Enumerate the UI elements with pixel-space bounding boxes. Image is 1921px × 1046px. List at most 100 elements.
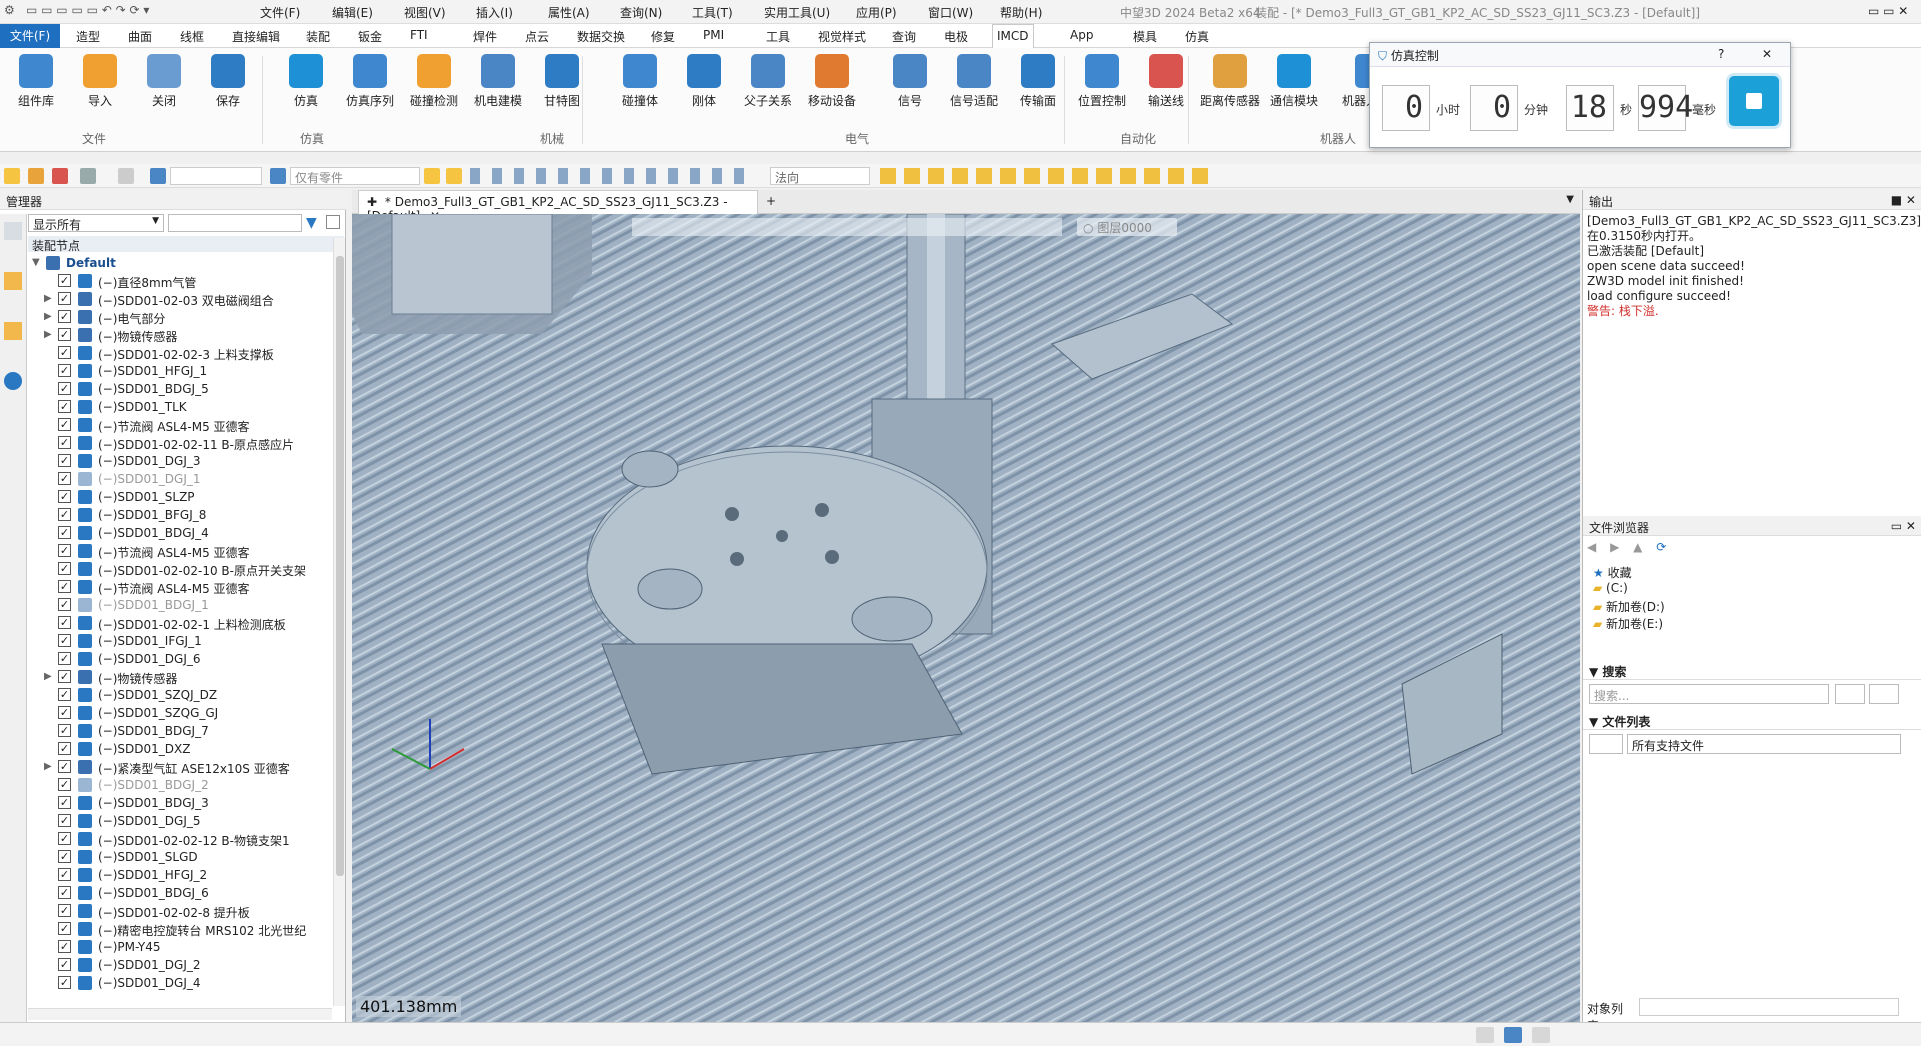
tree-item[interactable]: ✓ (−)SDD01_DGJ_6 — [28, 650, 333, 668]
visibility-checkbox[interactable]: ✓ — [58, 292, 71, 305]
minus-icon[interactable] — [52, 168, 68, 184]
visibility-checkbox[interactable]: ✓ — [58, 652, 71, 665]
visibility-checkbox[interactable]: ✓ — [58, 958, 71, 971]
ribbon-button[interactable]: 信号适配 — [944, 54, 1004, 109]
ribbon-tab[interactable]: 装配 — [302, 28, 334, 45]
visibility-checkbox[interactable]: ✓ — [58, 454, 71, 467]
select-icon[interactable] — [4, 168, 20, 184]
ribbon-tab[interactable]: PMI — [699, 28, 728, 42]
file-browser-item[interactable]: ▰ 新加卷(E:) — [1587, 615, 1887, 632]
visibility-checkbox[interactable]: ✓ — [58, 472, 71, 485]
tree-item[interactable]: ✓ (−)SDD01-02-02-11 B-原点感应片 — [28, 434, 333, 452]
stop-button[interactable] — [1726, 73, 1782, 129]
display-filter-select[interactable]: 显示所有 ▼ — [28, 214, 164, 232]
grid-icon[interactable] — [1532, 1027, 1550, 1043]
search-header[interactable]: ▼ 搜索 — [1583, 660, 1921, 680]
part-filter-input[interactable]: 仅有零件 — [290, 167, 420, 185]
close-button[interactable]: ✕ — [1762, 47, 1772, 61]
tree-item[interactable]: ✓ (−)SDD01_BDGJ_4 — [28, 524, 333, 542]
filter-icon[interactable]: ▼ — [306, 215, 317, 231]
filter-option2-icon[interactable] — [446, 168, 462, 184]
tree-item[interactable]: ✓ (−)节流阀 ASL4-M5 亚德客 — [28, 416, 333, 434]
visibility-checkbox[interactable]: ✓ — [58, 616, 71, 629]
ribbon-tab[interactable]: App — [1066, 28, 1097, 42]
search-icon[interactable] — [1835, 684, 1865, 704]
visibility-checkbox[interactable]: ✓ — [58, 580, 71, 593]
snap-tools[interactable] — [470, 168, 750, 184]
visibility-checkbox[interactable]: ✓ — [58, 544, 71, 557]
ribbon-tab[interactable]: 数据交换 — [573, 28, 629, 45]
file-browser-item[interactable]: ▰ (C:) — [1587, 581, 1887, 598]
menu-item[interactable]: 应用(P) — [856, 4, 897, 21]
menu-item[interactable]: 视图(V) — [404, 4, 446, 21]
tree-hscrollbar[interactable] — [28, 1008, 332, 1020]
layout-icon[interactable] — [1476, 1027, 1494, 1043]
ribbon-button[interactable]: 保存 — [198, 54, 258, 109]
visibility-checkbox[interactable]: ✓ — [58, 436, 71, 449]
ribbon-tab[interactable]: 点云 — [521, 28, 553, 45]
tree-item[interactable]: ✓ (−)SDD01_SLZP — [28, 488, 333, 506]
tree-item[interactable]: ✓ (−)直径8mm气管 — [28, 272, 333, 290]
tree-item[interactable]: ✓ (−)SDD01-02-02-1 上料检测底板 — [28, 614, 333, 632]
visibility-checkbox[interactable]: ✓ — [58, 274, 71, 287]
3d-scene[interactable] — [352, 214, 1580, 1022]
tree-item[interactable]: ✓ (−)SDD01_DGJ_2 — [28, 956, 333, 974]
ribbon-button[interactable]: 传输面 — [1008, 54, 1068, 109]
scrollbar-thumb[interactable] — [336, 256, 344, 876]
object-list-select[interactable] — [1639, 998, 1899, 1016]
menu-item[interactable]: 查询(N) — [620, 4, 662, 21]
ribbon-button[interactable]: 移动设备 — [802, 54, 862, 109]
tree-item[interactable]: ▶ ✓ (−)电气部分 — [28, 308, 333, 326]
menu-item[interactable]: 窗口(W) — [928, 4, 973, 21]
ribbon-button[interactable]: 碰撞体 — [610, 54, 670, 109]
visibility-checkbox[interactable]: ✓ — [58, 364, 71, 377]
visibility-checkbox[interactable]: ✓ — [58, 778, 71, 791]
tree-item[interactable]: ✓ (−)精密电控旋转台 MRS102 北光世纪 — [28, 920, 333, 938]
visibility-checkbox[interactable]: ✓ — [58, 382, 71, 395]
ribbon-tab[interactable]: 工具 — [762, 28, 794, 45]
ribbon-button[interactable]: 碰撞检测 — [404, 54, 464, 109]
menu-item[interactable]: 编辑(E) — [332, 4, 373, 21]
expand-icon[interactable]: ▶ — [44, 293, 52, 304]
ribbon-button[interactable]: 刚体 — [674, 54, 734, 109]
pick-icon[interactable] — [28, 168, 44, 184]
window-controls[interactable]: ▭ ▭ ✕ — [1868, 4, 1908, 18]
layer-select[interactable]: ○ 图层0000 — [1077, 218, 1177, 236]
visibility-checkbox[interactable]: ✓ — [58, 418, 71, 431]
ribbon-tab[interactable]: 线框 — [176, 28, 208, 45]
expand-icon[interactable]: ▼ — [32, 257, 40, 268]
shape-icon[interactable] — [118, 168, 134, 184]
visibility-checkbox[interactable]: ✓ — [58, 670, 71, 683]
ribbon-tab[interactable]: 造型 — [72, 28, 104, 45]
tree-item[interactable]: ✓ (−)节流阀 ASL4-M5 亚德客 — [28, 542, 333, 560]
dialog-titlebar[interactable]: ⛉ 仿真控制 ? ✕ — [1370, 43, 1790, 67]
tree-item[interactable]: ✓ (−)SDD01-02-02-10 B-原点开关支架 — [28, 560, 333, 578]
refresh-icon[interactable]: ⟳ — [1656, 540, 1666, 554]
tree-item[interactable]: ▶ ✓ (−)物镜传感器 — [28, 668, 333, 686]
help-button[interactable]: ? — [1718, 47, 1724, 61]
ribbon-button[interactable]: 仿真序列 — [340, 54, 400, 109]
display-icon[interactable] — [1504, 1027, 1522, 1043]
visibility-checkbox[interactable]: ✓ — [58, 598, 71, 611]
ribbon-tab[interactable]: 文件(F) — [0, 24, 60, 48]
user-icon[interactable] — [4, 372, 22, 390]
document-tab[interactable]: ✚ * Demo3_Full3_GT_GB1_KP2_AC_SD_SS23_GJ… — [358, 190, 758, 223]
ribbon-tab[interactable]: 模具 — [1129, 28, 1161, 45]
tree-item[interactable]: ▶ ✓ (−)紧凑型气缸 ASE12x10S 亚德客 — [28, 758, 333, 776]
ribbon-button[interactable]: 信号 — [880, 54, 940, 109]
new-tab-icon[interactable]: + — [766, 194, 776, 208]
ribbon-tab[interactable]: 修复 — [647, 28, 679, 45]
visibility-checkbox[interactable]: ✓ — [58, 346, 71, 359]
refresh-icon[interactable] — [270, 168, 286, 184]
ribbon-button[interactable]: 位置控制 — [1072, 54, 1132, 109]
history-icon[interactable] — [4, 322, 22, 340]
visibility-checkbox[interactable]: ✓ — [58, 526, 71, 539]
settings-icon[interactable] — [326, 215, 340, 229]
forward-icon[interactable]: ▶ — [1610, 540, 1619, 554]
tree-item[interactable]: ✓ (−)SDD01_DGJ_4 — [28, 974, 333, 992]
quick-access-toolbar[interactable]: ▭ ▭ ▭ ▭ ▭ ↶ ↷ ⟳ ▾ — [26, 3, 149, 17]
tree-item[interactable]: ▶ ✓ (−)SDD01-02-03 双电磁阀组合 — [28, 290, 333, 308]
file-type-filter[interactable]: 所有支持文件 — [1627, 734, 1901, 754]
expand-icon[interactable]: ▶ — [44, 311, 52, 322]
ribbon-tab[interactable]: 钣金 — [354, 28, 386, 45]
